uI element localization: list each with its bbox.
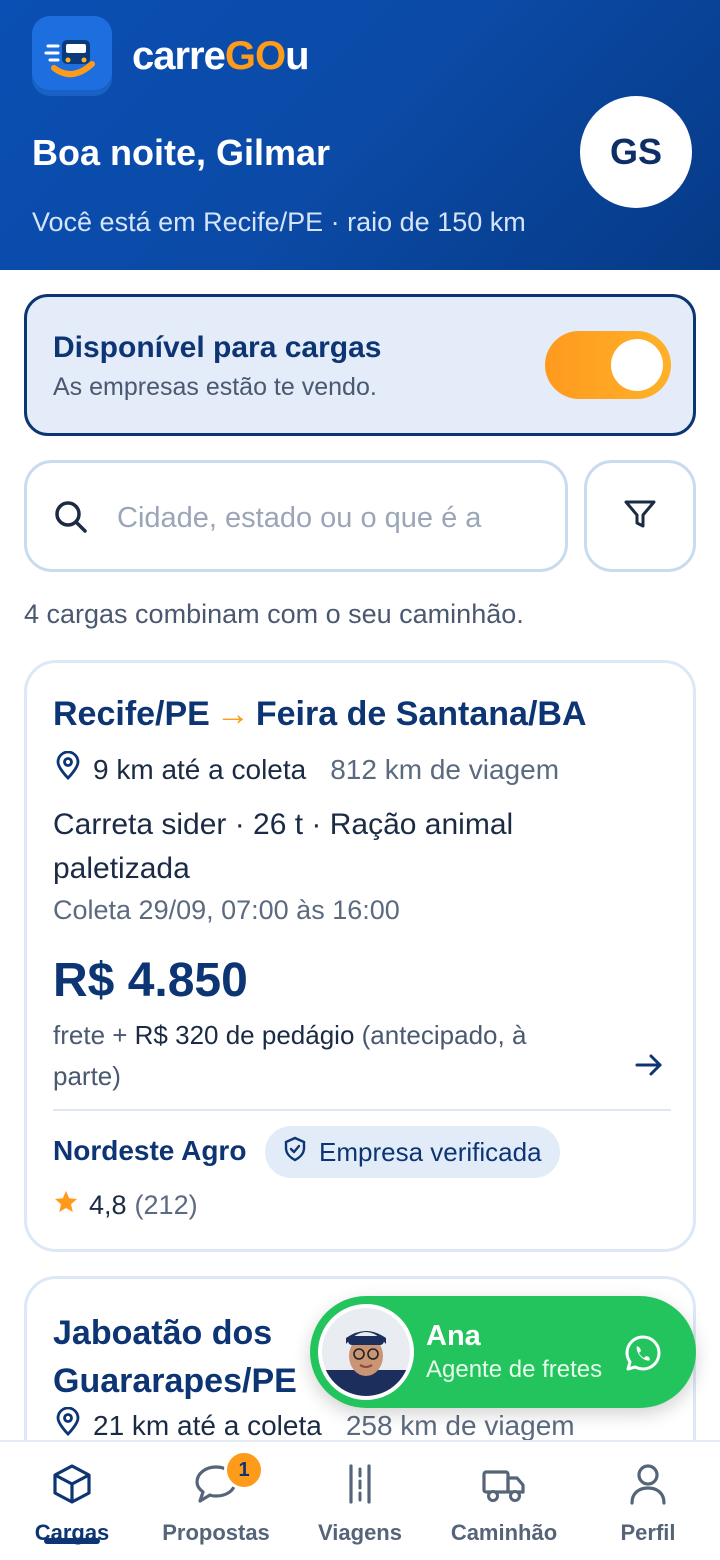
bottom-navigation: Cargas Propostas 1 Viagens Caminhão Perf… [0, 1440, 720, 1560]
filter-icon [622, 496, 658, 537]
location-pin-icon [53, 750, 83, 788]
results-count: 4 cargas combinam com o seu caminhão. [24, 599, 524, 629]
pickup-distance: 21 km até a coleta [93, 1409, 322, 1441]
nav-label: Perfil [620, 1520, 676, 1545]
truck-icon [481, 1462, 527, 1506]
search-icon [53, 499, 89, 540]
card-divider [53, 1109, 671, 1111]
box-icon [51, 1462, 93, 1506]
location-pin-icon [53, 1406, 83, 1444]
availability-toggle[interactable] [545, 331, 671, 399]
greeting-title: Boa noite, Gilmar [32, 132, 331, 173]
load-spec: Carreta sider · 26 t · Ração animal pale… [53, 808, 514, 885]
person-icon [628, 1462, 668, 1506]
distance-row: 21 km até a coleta 258 km de viagem [53, 1406, 575, 1444]
load-price: R$ 4.850 [53, 954, 248, 1007]
freight-agent-button[interactable]: Ana Agente de fretes [310, 1296, 696, 1408]
route-origin: Recife/PE [53, 695, 210, 733]
route-destination: Feira de Santana/BA [255, 695, 587, 733]
nav-item-viagens[interactable]: Viagens [288, 1442, 432, 1560]
agent-avatar [318, 1304, 414, 1400]
trip-distance: 812 km de viagem [330, 753, 560, 785]
nav-label: Propostas [162, 1520, 270, 1545]
filter-button[interactable] [584, 460, 696, 572]
nav-label: Caminhão [450, 1520, 558, 1545]
agent-name: Ana [426, 1320, 481, 1352]
whatsapp-icon [624, 1334, 662, 1377]
pickup-window: Coleta 29/09, 07:00 às 16:00 [53, 895, 400, 925]
fee-note: frete + R$ 320 de pedágio (antecipado, à… [53, 1020, 527, 1091]
verified-label: Empresa verificada [319, 1136, 542, 1167]
rating-value: 4,8 [89, 1190, 127, 1220]
nav-item-perfil[interactable]: Perfil [576, 1442, 720, 1560]
route-arrow-icon: → [215, 695, 250, 733]
load-route: Recife/PE → Feira de Santana/BA [53, 695, 587, 734]
distance-row: 9 km até a coleta 812 km de viagem [53, 750, 560, 788]
availability-subtitle: As empresas estão te vendo. [53, 373, 377, 401]
verified-badge: Empresa verificada [265, 1126, 560, 1178]
nav-item-propostas[interactable]: Propostas 1 [144, 1442, 288, 1560]
notification-badge: 1 [224, 1450, 264, 1490]
company-rating: 4,8 (212) [53, 1189, 198, 1222]
app-header: carreGOu Boa noite, Gilmar Você está em … [0, 0, 720, 270]
company-name: Nordeste Agro [53, 1135, 247, 1166]
nav-item-cargas[interactable]: Cargas [0, 1442, 144, 1560]
nav-label: Viagens [318, 1520, 402, 1545]
arrow-right-icon[interactable] [633, 1049, 665, 1086]
road-icon [345, 1462, 375, 1506]
user-avatar[interactable]: GS [580, 96, 692, 208]
brand-logo: carreGOu [32, 16, 310, 96]
bus-logo-icon [32, 16, 112, 96]
brand-wordmark: carreGOu [132, 33, 310, 78]
agent-role: Agente de fretes [426, 1356, 603, 1383]
load-card[interactable]: Recife/PE → Feira de Santana/BA 9 km até a… [24, 660, 696, 1252]
trip-distance: 258 km de viagem [345, 1409, 575, 1441]
shield-check-icon [283, 1136, 307, 1169]
location-subtitle: Você está em Recife/PE · raio de 150 km [32, 207, 526, 237]
toggle-knob [611, 339, 663, 391]
active-indicator [44, 1538, 100, 1544]
rating-count: (212) [134, 1190, 198, 1220]
search-box [24, 460, 568, 572]
availability-title: Disponível para cargas [53, 331, 382, 364]
route-origin: Jaboatão dos Guararapes/PE [53, 1314, 297, 1400]
nav-item-caminhao[interactable]: Caminhão [432, 1442, 576, 1560]
search-input[interactable] [117, 493, 537, 543]
star-icon [53, 1189, 79, 1222]
availability-card: Disponível para cargas As empresas estão… [24, 294, 696, 436]
pickup-distance: 9 km até a coleta [93, 753, 307, 785]
